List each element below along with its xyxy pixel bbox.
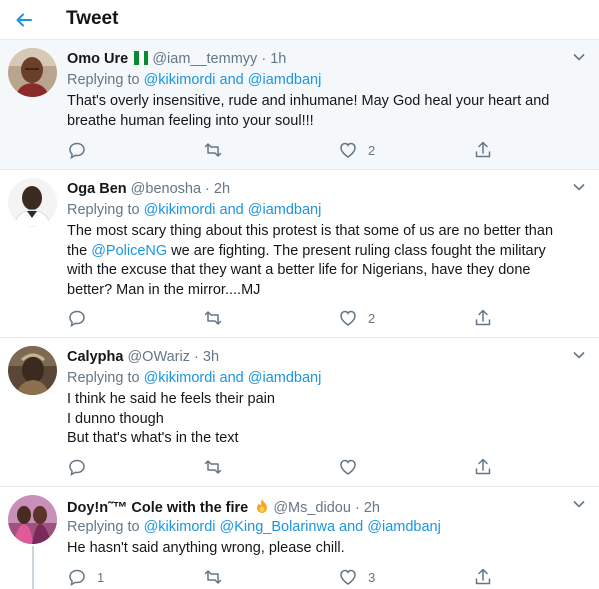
replying-prefix: Replying to [67, 202, 140, 218]
replying-prefix: Replying to [67, 72, 140, 88]
retweet-icon [204, 570, 222, 584]
tweet-text-line: But that's what's in the text [67, 430, 239, 446]
replying-to-mentions[interactable]: @kikimordi @King_Bolarinwa and @iamdbanj [144, 519, 441, 535]
like-button[interactable]: 2 [338, 140, 375, 160]
replying-to-mentions[interactable]: @kikimordi and @iamdbanj [144, 202, 322, 218]
mention-link[interactable]: @PoliceNG [91, 243, 167, 259]
tweet-text-line: The most scary thing about this protest … [67, 223, 554, 239]
tweet-text-line: breathe human feeling into your soul!!! [67, 112, 314, 129]
reply-button[interactable] [67, 140, 97, 160]
reply-icon [69, 459, 85, 476]
timestamp[interactable]: 2h [214, 181, 230, 197]
reply-icon [69, 310, 85, 327]
retweet-button[interactable] [203, 457, 233, 477]
timestamp[interactable]: 1h [270, 51, 286, 67]
author-name[interactable]: Oga Ben [67, 181, 127, 197]
author-handle[interactable]: @Ms_didou [273, 500, 351, 516]
retweet-button[interactable] [203, 308, 233, 328]
avatar[interactable] [8, 495, 57, 544]
author-handle[interactable]: @iam__temmyy [152, 51, 257, 67]
separator-dot: · [205, 181, 210, 197]
reply-button[interactable] [67, 308, 97, 328]
tweet-actions: 2 [67, 140, 497, 160]
retweet-icon [204, 311, 222, 325]
tweet-text-line: with the excuse that they want a better … [67, 262, 531, 278]
author-name[interactable]: Omo Ure [67, 51, 128, 67]
reply-count: 1 [97, 569, 105, 585]
share-button[interactable] [473, 567, 493, 587]
heart-icon [340, 142, 356, 158]
share-icon [475, 458, 491, 475]
tweet-text-line: That's overly insensitive, rude and inhu… [67, 93, 550, 109]
retweet-icon [204, 143, 222, 157]
tweet-actions: 1 3 [67, 567, 497, 587]
avatar[interactable] [8, 178, 57, 227]
tweet-reply[interactable]: Omo Ure @iam__temmyy · 1h Replying to @k… [0, 40, 599, 170]
share-button[interactable] [473, 140, 493, 160]
retweet-button[interactable] [203, 140, 233, 160]
retweet-button[interactable] [203, 567, 233, 587]
like-count: 2 [368, 142, 376, 158]
like-button[interactable] [338, 457, 368, 477]
heart-icon [340, 569, 356, 585]
separator-dot: · [261, 51, 267, 67]
tweet-reply[interactable]: Doy!n˜™ Cole with the fire @Ms_didou · 2… [0, 487, 599, 589]
share-button[interactable] [473, 308, 493, 328]
separator-dot: · [194, 349, 199, 365]
replying-to-mentions[interactable]: @kikimordi and @iamdbanj [144, 370, 322, 386]
tweet-text: The most scary thing about this protest … [67, 222, 567, 300]
reply-button[interactable]: 1 [67, 567, 104, 587]
avatar[interactable] [8, 48, 57, 97]
timestamp[interactable]: 3h [203, 349, 219, 365]
avatar[interactable] [8, 346, 57, 395]
tweet-text: He hasn't said anything wrong, please ch… [67, 539, 567, 559]
chevron-down-icon[interactable] [572, 180, 586, 194]
tweet-text-line: the @PoliceNG we are fighting. The prese… [67, 242, 567, 262]
share-icon [475, 568, 491, 585]
share-icon [475, 141, 491, 158]
tweet-reply[interactable]: Oga Ben @benosha · 2h Replying to @kikim… [0, 170, 599, 338]
fire-emoji-icon [255, 498, 269, 514]
like-button[interactable]: 3 [338, 567, 375, 587]
tweet-text-line: I think he said he feels their pain [67, 391, 275, 407]
tweet-text-line: better? Man in the mirror....MJ [67, 281, 261, 298]
thread-connector-line [32, 546, 34, 589]
reply-icon [69, 142, 85, 159]
tweet-text-line: He hasn't said anything wrong, please ch… [67, 540, 345, 556]
like-count: 2 [368, 310, 376, 326]
replying-to-mentions[interactable]: @kikimordi and @iamdbanj [144, 72, 322, 88]
reply-icon [69, 569, 85, 586]
separator-dot: · [354, 500, 360, 516]
tweet-actions [67, 457, 497, 477]
page-title: Tweet [66, 8, 119, 29]
replying-prefix: Replying to [67, 370, 140, 386]
author-handle[interactable]: @benosha [131, 181, 201, 197]
heart-icon [340, 459, 356, 475]
heart-icon [340, 310, 356, 326]
reply-button[interactable] [67, 457, 97, 477]
tweet-reply[interactable]: Calypha @OWariz · 3h Replying to @kikimo… [0, 338, 599, 487]
share-icon [475, 309, 491, 326]
page-header: Tweet [0, 0, 599, 40]
chevron-down-icon[interactable] [572, 497, 586, 511]
back-arrow-icon[interactable] [10, 6, 38, 34]
replying-prefix: Replying to [67, 519, 140, 535]
nigeria-flag-icon [134, 51, 149, 65]
timestamp[interactable]: 2h [364, 500, 380, 516]
tweet-actions: 2 [67, 308, 497, 328]
author-handle[interactable]: @OWariz [127, 349, 190, 365]
text-segment: we are fighting. The present ruling clas… [167, 242, 546, 259]
author-name[interactable]: Doy!n˜™ Cole with the fire [67, 500, 248, 516]
share-button[interactable] [473, 457, 493, 477]
like-button[interactable]: 2 [338, 308, 375, 328]
chevron-down-icon[interactable] [572, 50, 586, 64]
retweet-icon [204, 460, 222, 474]
tweet-text: I think he said he feels their pain I du… [67, 390, 567, 449]
chevron-down-icon[interactable] [572, 348, 586, 362]
text-segment: the [67, 242, 92, 259]
tweet-text: That's overly insensitive, rude and inhu… [67, 92, 567, 131]
like-count: 3 [368, 569, 376, 585]
author-name[interactable]: Calypha [67, 349, 123, 365]
tweet-text-line: I dunno though [67, 410, 164, 427]
